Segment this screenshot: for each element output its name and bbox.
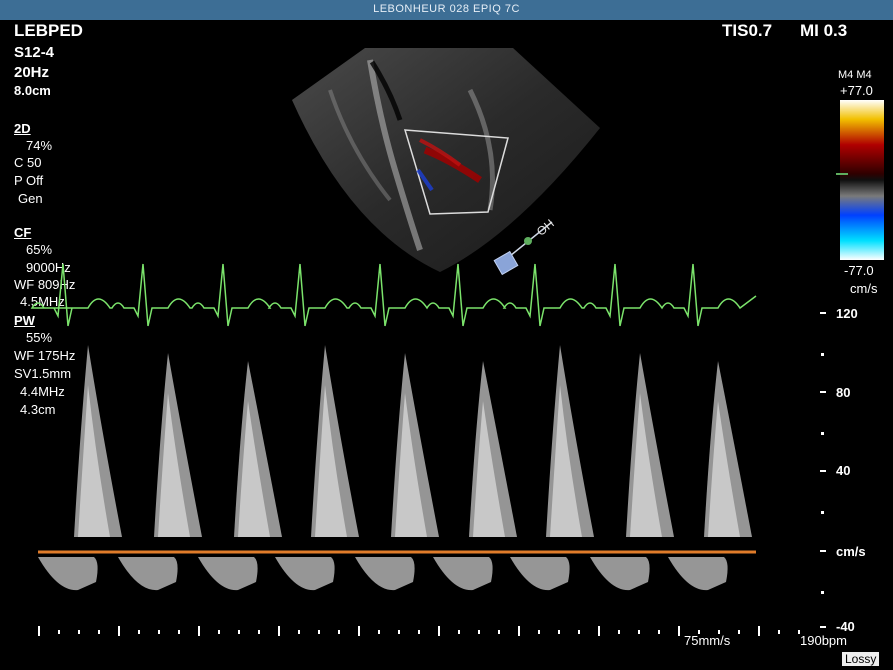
time-tick (138, 630, 140, 634)
time-tick (58, 630, 60, 634)
ecg-trace (30, 263, 757, 327)
time-tick (598, 626, 600, 636)
time-tick (538, 630, 540, 634)
time-tick (238, 630, 240, 634)
time-tick (38, 626, 40, 636)
time-tick (798, 630, 800, 634)
velocity-scale-ticks (820, 312, 826, 628)
time-tick (158, 630, 160, 634)
time-tick (518, 626, 520, 636)
doppler-diastolic-flow (590, 557, 650, 591)
time-tick (638, 630, 640, 634)
doppler-diastolic-flow (355, 557, 415, 591)
time-tick (218, 630, 220, 634)
time-tick (318, 630, 320, 634)
time-tick (458, 630, 460, 634)
time-tick (198, 626, 200, 636)
time-tick (678, 626, 680, 636)
color-velocity-bar (840, 100, 884, 260)
time-tick (658, 630, 660, 634)
time-tick (78, 630, 80, 634)
time-tick (298, 630, 300, 634)
doppler-diastolic-flow (433, 557, 493, 591)
time-axis-ticks (38, 626, 800, 636)
time-tick (698, 630, 700, 634)
time-tick (378, 630, 380, 634)
time-tick (338, 630, 340, 634)
doppler-diastolic-flow (198, 557, 258, 591)
time-tick (618, 630, 620, 634)
svg-text:OH: OH (534, 216, 557, 238)
echo-sector-image: OH (292, 48, 600, 276)
time-tick (358, 626, 360, 636)
time-tick (578, 630, 580, 634)
time-tick (738, 630, 740, 634)
time-tick (478, 630, 480, 634)
doppler-diastolic-flow (275, 557, 335, 591)
time-tick (498, 630, 500, 634)
doppler-diastolic-flow (668, 557, 728, 591)
doppler-diastolic-flow (510, 557, 570, 591)
time-tick (178, 630, 180, 634)
time-tick (718, 630, 720, 634)
time-tick (98, 630, 100, 634)
time-tick (758, 626, 760, 636)
time-tick (258, 630, 260, 634)
doppler-diastolic-flow (118, 557, 178, 591)
time-tick (278, 626, 280, 636)
time-tick (438, 626, 440, 636)
ultrasound-canvas: OH (30, 48, 884, 636)
time-tick (558, 630, 560, 634)
time-tick (778, 630, 780, 634)
doppler-diastolic-flow (38, 557, 98, 591)
time-tick (398, 630, 400, 634)
time-tick (418, 630, 420, 634)
time-tick (118, 626, 120, 636)
